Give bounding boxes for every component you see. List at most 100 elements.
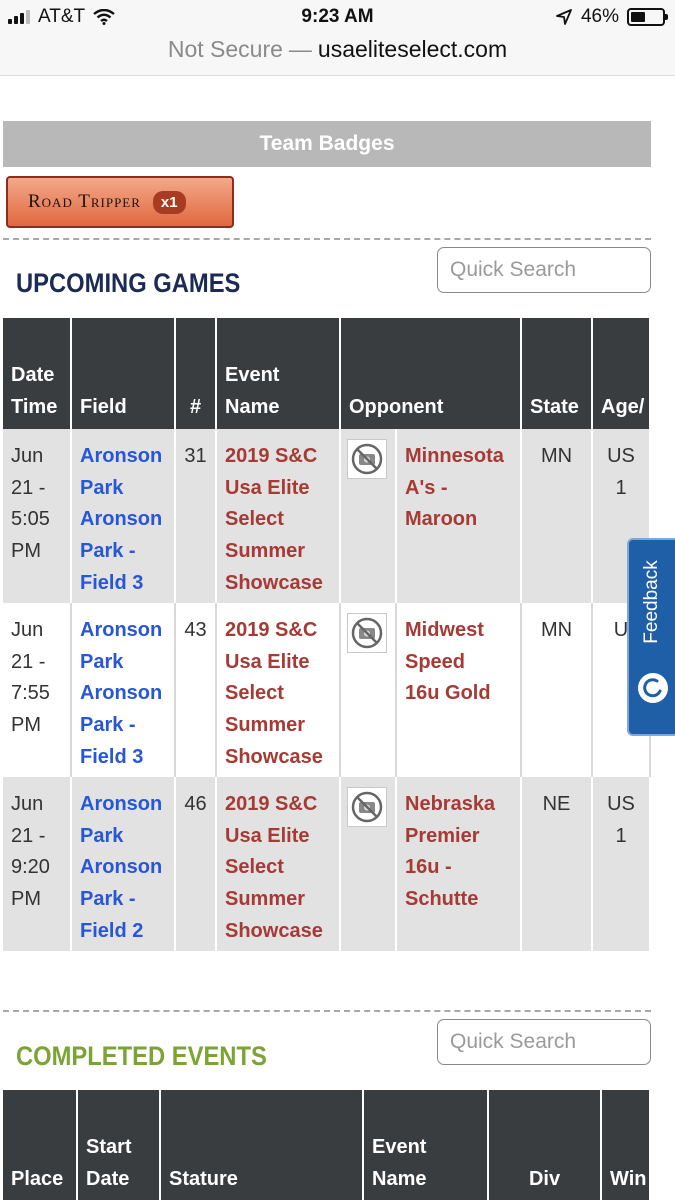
location-arrow-icon xyxy=(556,9,572,25)
opponent-name-line: Minnesota xyxy=(405,445,504,467)
event-name-link[interactable]: 2019 S&C Usa Elite Select Summer Showcase xyxy=(217,429,341,603)
column-header-number[interactable]: # xyxy=(176,318,217,429)
age-line: 1 xyxy=(615,476,627,499)
column-header-state[interactable]: State xyxy=(522,318,593,429)
column-header-stature[interactable]: Stature xyxy=(161,1090,364,1200)
opponent-name-line: Midwest xyxy=(405,619,484,641)
field-name-line: Aronson xyxy=(80,856,163,879)
feedback-chat-icon xyxy=(638,673,668,703)
game-number: 31 xyxy=(176,429,217,603)
state-cell: MN xyxy=(522,603,593,777)
field-name-line: Park - xyxy=(80,888,136,911)
upcoming-games-table: Date Time Field # Event Name Opponent State Age/… xyxy=(3,318,651,953)
field-link[interactable]: Aronson Park Aronson Park - Field 3 xyxy=(72,603,176,777)
opponent-link[interactable]: Nebraska Premier 16u - Schutte xyxy=(397,777,522,951)
event-name-link[interactable]: 2019 S&C Usa Elite Select Summer Showcase xyxy=(217,777,341,951)
upcoming-quick-search-input[interactable]: Quick Search xyxy=(437,247,651,293)
column-header-field[interactable]: Field xyxy=(72,318,176,429)
game-time-line: PM xyxy=(11,714,41,737)
battery-percent: 46% xyxy=(580,6,619,27)
event-name-line: Usa Elite xyxy=(225,824,310,847)
game-time-line: Jun xyxy=(11,619,44,641)
column-header-age[interactable]: Age/ xyxy=(593,318,651,429)
upcoming-table-header: Date Time Field # Event Name Opponent State Age/ xyxy=(3,318,651,429)
column-header-div[interactable]: Div xyxy=(489,1090,602,1200)
event-name-line: Showcase xyxy=(225,745,323,768)
status-bar: AT&T 9:23 AM 46% xyxy=(0,0,675,34)
upcoming-games-title: UPCOMING GAMES xyxy=(16,268,241,298)
opponent-name-line: Maroon xyxy=(405,508,478,531)
column-header-line: Win xyxy=(610,1168,647,1190)
event-name-line: 2019 S&C xyxy=(225,445,318,467)
column-header-line: Time xyxy=(11,396,58,418)
status-right: 46% xyxy=(555,6,668,28)
event-name-line: Usa Elite xyxy=(225,650,310,673)
table-row: Jun 21 - 7:55 PM Aronson Park Aronson Park - Fie… xyxy=(3,603,651,777)
column-header-line: Name xyxy=(225,396,280,418)
opponent-name-line: Speed xyxy=(405,650,466,673)
column-header-place[interactable]: Place xyxy=(3,1090,78,1200)
table-row: Jun 21 - 5:05 PM Aronson Park Aronson Park - Fie… xyxy=(3,429,651,603)
opponent-link[interactable]: Minnesota A's - Maroon xyxy=(397,429,522,603)
opponent-name-line: Nebraska xyxy=(405,793,496,815)
game-time-line: 21 - xyxy=(11,824,46,847)
column-header-line: Age/ xyxy=(601,396,645,418)
column-header-line: Event xyxy=(372,1136,427,1158)
game-time-line: 9:20 xyxy=(11,856,50,879)
column-header-line: State xyxy=(530,396,579,418)
event-name-line: 2019 S&C xyxy=(225,793,318,815)
event-name-link[interactable]: 2019 S&C Usa Elite Select Summer Showcase xyxy=(217,603,341,777)
game-time-cell: Jun 21 - 9:20 PM xyxy=(3,777,72,951)
age-line: US xyxy=(607,793,635,815)
state-cell: NE xyxy=(522,777,593,951)
column-header-event-name[interactable]: Event Name xyxy=(217,318,341,429)
feedback-tab[interactable]: Feedback xyxy=(627,538,675,736)
column-header-line: Place xyxy=(11,1168,64,1190)
event-name-line: Summer xyxy=(225,888,306,911)
section-divider-2 xyxy=(3,1010,651,1012)
opponent-name-line: 16u - xyxy=(405,856,452,879)
field-name-line: Aronson xyxy=(80,682,163,705)
address-bar[interactable]: Not Secure — usaeliteselect.com xyxy=(0,34,675,76)
no-image-icon xyxy=(347,787,387,827)
event-name-line: Select xyxy=(225,856,284,879)
column-header-line: Start xyxy=(86,1136,132,1158)
field-name-line: Field 3 xyxy=(80,571,144,594)
opponent-name-line: 16u Gold xyxy=(405,682,491,705)
game-time-line: 5:05 xyxy=(11,508,50,531)
field-link[interactable]: Aronson Park Aronson Park - Field 3 xyxy=(72,429,176,603)
column-header-line: Stature xyxy=(169,1168,238,1190)
opponent-name-line: Schutte xyxy=(405,888,479,911)
game-number: 43 xyxy=(176,603,217,777)
feedback-label: Feedback xyxy=(641,560,662,644)
field-name-line: Field 3 xyxy=(80,745,144,768)
field-name-line: Aronson xyxy=(80,793,163,815)
field-name-line: Aronson xyxy=(80,508,163,531)
team-badges-header: Team Badges xyxy=(3,121,651,167)
game-time-line: PM xyxy=(11,540,41,563)
column-header-line: # xyxy=(189,396,202,418)
column-header-start-date[interactable]: Start Date xyxy=(78,1090,161,1200)
event-name-line: Showcase xyxy=(225,919,323,942)
state-cell: MN xyxy=(522,429,593,603)
event-name-line: Showcase xyxy=(225,571,323,594)
column-header-line: Date xyxy=(11,364,55,386)
game-time-cell: Jun 21 - 7:55 PM xyxy=(3,603,72,777)
column-header-win[interactable]: Win xyxy=(602,1090,651,1200)
opponent-name-line: A's - xyxy=(405,476,448,499)
game-time-line: 7:55 xyxy=(11,682,50,705)
field-link[interactable]: Aronson Park Aronson Park - Field 2 xyxy=(72,777,176,951)
opponent-link[interactable]: Midwest Speed 16u Gold xyxy=(397,603,522,777)
column-header-opponent[interactable]: Opponent xyxy=(341,318,522,429)
opponent-logo-cell xyxy=(341,429,397,603)
field-name-line: Field 2 xyxy=(80,919,144,942)
column-header-line: Name xyxy=(372,1168,427,1190)
completed-quick-search-input[interactable]: Quick Search xyxy=(437,1019,651,1065)
field-name-line: Aronson xyxy=(80,445,163,467)
column-header-event-name[interactable]: Event Name xyxy=(364,1090,489,1200)
column-header-line: Opponent xyxy=(349,396,444,418)
age-line: US xyxy=(607,445,635,467)
road-tripper-badge[interactable]: Road Tripper x1 xyxy=(6,176,234,228)
column-header-date-time[interactable]: Date Time xyxy=(3,318,72,429)
event-name-line: Select xyxy=(225,682,284,705)
